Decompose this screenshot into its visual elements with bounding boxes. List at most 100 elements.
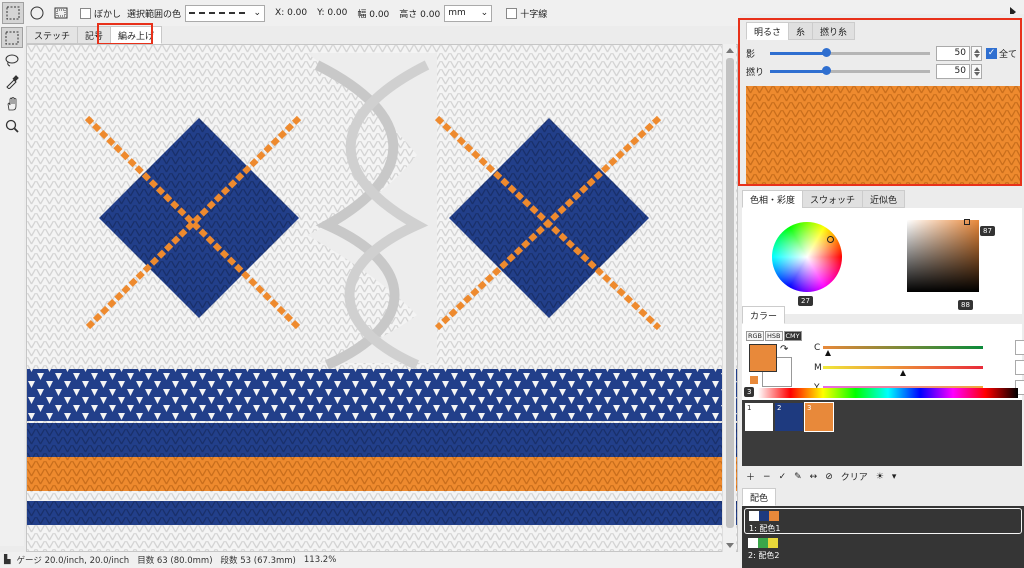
palette-actions: ＋ − ✓ ✎ ↔ ⊘ クリア ☀ ▾: [746, 470, 904, 484]
shadow-slider-knob[interactable]: [822, 47, 831, 57]
rect-select-icon[interactable]: [2, 2, 24, 24]
hue-wheel[interactable]: [772, 222, 842, 292]
row-count: 段数 53 (67.3mm): [220, 556, 296, 566]
tab-color-scheme[interactable]: 配色: [742, 488, 777, 506]
chevron-down-icon[interactable]: ▾: [892, 472, 897, 482]
tab-knit-result[interactable]: 編み上げ: [110, 26, 163, 44]
rect-select-tool-icon[interactable]: [1, 27, 23, 48]
hue-bar[interactable]: [758, 388, 1018, 398]
add-icon[interactable]: ＋: [746, 470, 755, 483]
tab-color[interactable]: カラー: [742, 306, 786, 324]
eyedropper-icon[interactable]: [1, 71, 23, 92]
blur-checkbox-box[interactable]: [80, 7, 91, 19]
check-icon[interactable]: ✓: [779, 472, 787, 482]
lasso-icon[interactable]: [1, 49, 23, 70]
shadow-slider[interactable]: [770, 47, 930, 57]
birdseye-band: [27, 369, 737, 421]
blur-checkbox[interactable]: ぼかし: [80, 7, 121, 20]
tab-brightness[interactable]: 明るさ: [746, 22, 790, 40]
swap-colors-icon[interactable]: ↷: [780, 344, 788, 355]
hue-sat-panel: 色相・彩度 スウォッチ 近似色 27 87 88: [740, 190, 1024, 314]
c-slider-knob[interactable]: [824, 350, 831, 356]
yarn-preview: [746, 86, 1022, 186]
c-slider[interactable]: [823, 346, 983, 356]
x-coordinate: X: 0.00: [275, 8, 308, 18]
canvas-scrollbar[interactable]: [722, 44, 736, 552]
height-value: 高さ 0.00: [399, 9, 441, 20]
tab-similar-color[interactable]: 近似色: [862, 190, 906, 208]
m-slider-knob[interactable]: [900, 370, 906, 376]
twist-slider-row: 撚り 50: [740, 62, 1024, 80]
remove-icon[interactable]: −: [763, 472, 771, 482]
sun-icon[interactable]: ☀: [876, 472, 884, 482]
scroll-thumb[interactable]: [726, 58, 734, 528]
color-scheme-label: 1: 配色1: [749, 524, 781, 533]
ruler-icon: ▙: [4, 555, 11, 565]
mode-hsb[interactable]: HSB: [765, 331, 783, 341]
pen-icon[interactable]: ✎: [794, 472, 802, 482]
saturation-handle[interactable]: [964, 219, 970, 225]
saturation-box[interactable]: [907, 220, 979, 292]
check-icon[interactable]: ✓: [986, 47, 997, 59]
foreground-color-swatch[interactable]: [749, 344, 777, 372]
argyle-left: [84, 115, 302, 331]
twist-slider[interactable]: [770, 65, 930, 75]
twist-value[interactable]: 50: [936, 63, 970, 79]
frame-select-icon[interactable]: [50, 2, 72, 24]
all-checkbox[interactable]: ✓ 全て: [986, 47, 1017, 60]
scheme-color: [769, 511, 779, 521]
mode-cmy[interactable]: CMY: [783, 331, 802, 341]
white-stripe: [27, 491, 737, 501]
hue-bar-value-tag: 3: [744, 387, 755, 397]
width-value: 幅 0.00: [357, 9, 390, 20]
tab-hue-saturation[interactable]: 色相・彩度: [742, 190, 804, 208]
m-slider[interactable]: [823, 366, 983, 376]
palette-swatch[interactable]: 3: [804, 402, 834, 432]
right-panel: 明るさ 糸 撚り糸 影 50 ✓ 全て 撚り 50 色相・彩度 スウォッチ 近似…: [738, 14, 1024, 568]
no-color-icon[interactable]: ⊘: [825, 472, 833, 482]
clear-button[interactable]: クリア: [841, 470, 868, 483]
color-scheme-item[interactable]: 1: 配色1: [744, 508, 1022, 534]
twist-slider-knob[interactable]: [822, 65, 831, 75]
palette: 1 2 3: [742, 400, 1022, 466]
m-value[interactable]: 129: [1015, 360, 1024, 375]
shadow-spinner[interactable]: [971, 45, 982, 61]
knit-canvas[interactable]: [26, 44, 738, 552]
tab-twist[interactable]: 撚り糸: [812, 22, 856, 40]
y-coordinate: Y: 0.00: [317, 8, 348, 18]
canvas-tab-bar: ステッチ 記号 編み上げ: [26, 24, 163, 44]
unit-select[interactable]: mm ⌄: [444, 4, 493, 22]
tab-symbol[interactable]: 記号: [77, 26, 112, 44]
palette-swatch[interactable]: 1: [745, 403, 773, 431]
color-scheme-item[interactable]: 2: 配色2: [744, 536, 1022, 562]
palette-swatch[interactable]: 2: [775, 403, 803, 431]
hand-icon[interactable]: [1, 93, 23, 114]
tab-yarn[interactable]: 糸: [788, 22, 814, 40]
tab-stitch[interactable]: ステッチ: [26, 26, 79, 44]
knit-render: [27, 45, 737, 551]
default-color-icon[interactable]: [750, 376, 758, 384]
crosshair-checkbox-box[interactable]: [506, 7, 518, 19]
ellipse-select-icon[interactable]: [26, 2, 48, 24]
zoom-icon[interactable]: [1, 115, 23, 136]
shadow-value[interactable]: 50: [936, 45, 970, 61]
left-toolbar: [0, 26, 24, 546]
navy-stripe-1: [27, 423, 737, 457]
wheel-shade: [772, 222, 842, 292]
selection-color-select[interactable]: ⌄: [185, 4, 266, 22]
scheme-color: [759, 511, 769, 521]
twist-spinner[interactable]: [971, 63, 982, 79]
navy-stripe-2: [27, 501, 737, 525]
swap-icon[interactable]: ↔: [810, 472, 818, 482]
mode-rgb[interactable]: RGB: [746, 331, 765, 341]
scroll-up-icon[interactable]: [726, 48, 734, 53]
shadow-slider-fill: [770, 51, 826, 55]
scroll-down-icon[interactable]: [726, 543, 734, 548]
yarn-tabs: 明るさ 糸 撚り糸: [746, 22, 1024, 40]
color-mode-buttons: RGB HSB CMY: [746, 331, 803, 341]
crosshair-checkbox[interactable]: 十字線: [506, 7, 547, 20]
hue-handle[interactable]: [827, 236, 834, 243]
shadow-label: 影: [746, 49, 756, 60]
tab-swatch[interactable]: スウォッチ: [802, 190, 864, 208]
c-value[interactable]: 7: [1015, 340, 1024, 355]
